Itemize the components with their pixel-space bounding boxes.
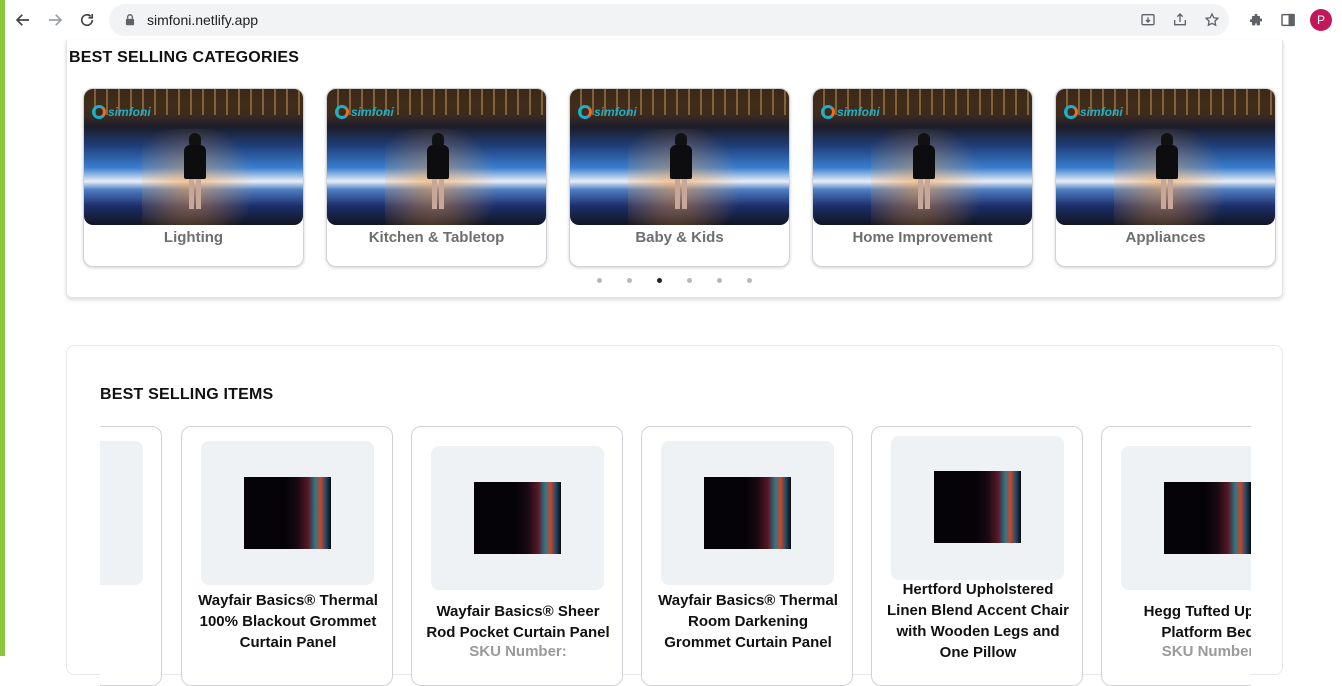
product-name-line: Platform Bed — [1161, 624, 1251, 641]
product-image — [704, 477, 791, 549]
logo-mark-icon — [821, 105, 835, 119]
category-label: Baby & Kids — [635, 229, 724, 246]
category-card[interactable]: simfoni Lighting — [83, 88, 304, 267]
category-image: simfoni — [570, 89, 789, 225]
logo-mark-icon — [92, 105, 106, 119]
category-label: Home Improvement — [852, 229, 993, 246]
carousel-dot[interactable] — [747, 278, 752, 283]
product-name-line: Hertford Upholstered — [902, 581, 1054, 598]
product-name-line: Rod Pocket Curtain Panel — [426, 624, 610, 641]
product-name-line: Linen Blend Accent Chair — [887, 602, 1069, 619]
logo-wordmark: simfoni — [108, 105, 151, 119]
best-selling-items-card: BEST SELLING ITEMS Hingedp Strap Wayfair … — [66, 345, 1283, 686]
simfoni-logo: simfoni — [1064, 105, 1123, 119]
category-image: simfoni — [1056, 89, 1275, 225]
category-card[interactable]: simfoni Appliances — [1055, 88, 1276, 267]
product-name-line: p Strap — [100, 611, 163, 632]
side-panel-icon[interactable] — [1278, 10, 1298, 30]
category-label: Kitchen & Tabletop — [368, 229, 505, 246]
carousel-dot[interactable] — [597, 278, 602, 283]
simfoni-logo: simfoni — [335, 105, 394, 119]
categories-section-title: BEST SELLING CATEGORIES — [69, 49, 300, 66]
category-carousel: simfoni Lighting simfoni Kitchen & Tabletop… — [83, 88, 1276, 267]
product-card[interactable]: Wayfair Basics® Thermal Room Darkening Gro… — [641, 426, 853, 686]
person-figure — [670, 133, 692, 213]
category-image: simfoni — [327, 89, 546, 225]
logo-wordmark: simfoni — [837, 105, 880, 119]
category-image: simfoni — [813, 89, 1032, 225]
bookmark-star-icon[interactable] — [1201, 9, 1223, 31]
url-text: simfoni.netlify.app — [147, 12, 259, 28]
product-card[interactable]: Hertford Upholstered Linen Blend Accent C… — [871, 426, 1083, 686]
profile-avatar[interactable]: P — [1310, 9, 1332, 31]
best-selling-categories-card: BEST SELLING CATEGORIES simfoni Lighting s… — [66, 40, 1283, 298]
product-name-line: Wayfair Basics® Sheer — [436, 603, 600, 620]
logo-mark-icon — [335, 105, 349, 119]
product-name-line: Hinged — [100, 590, 163, 611]
category-image: simfoni — [84, 89, 303, 225]
person-figure — [1156, 133, 1178, 213]
simfoni-logo: simfoni — [92, 105, 151, 119]
browser-toolbar: simfoni.netlify.app P — [5, 0, 1342, 40]
product-image — [244, 477, 331, 549]
carousel-dot[interactable] — [657, 278, 662, 283]
product-card[interactable]: Hingedp Strap — [100, 426, 162, 686]
extensions-icon[interactable] — [1246, 10, 1266, 30]
product-image — [474, 482, 561, 554]
product-name-line: Hegg Tufted Upho — [1143, 603, 1251, 620]
back-icon[interactable] — [7, 4, 39, 36]
simfoni-logo: simfoni — [821, 105, 880, 119]
product-name-line: Grommet Curtain Panel — [664, 634, 832, 651]
category-card[interactable]: simfoni Home Improvement — [812, 88, 1033, 267]
product-name-line: Wayfair Basics® Thermal — [198, 592, 378, 609]
items-section-title: BEST SELLING ITEMS — [100, 386, 274, 403]
items-carousel: Hingedp Strap Wayfair Basics® Thermal 100%… — [100, 426, 1251, 686]
category-label: Lighting — [163, 229, 224, 246]
product-image — [934, 471, 1021, 543]
logo-mark-icon — [1064, 105, 1078, 119]
product-name-line: with Wooden Legs and — [896, 623, 1060, 640]
reload-icon[interactable] — [71, 4, 103, 36]
product-image — [1164, 482, 1251, 554]
lock-icon — [123, 13, 137, 27]
product-name-line: 100% Blackout Grommet — [199, 613, 377, 630]
person-figure — [427, 133, 449, 213]
product-card[interactable]: Wayfair Basics® Sheer Rod Pocket Curtain … — [411, 426, 623, 686]
product-sku-label: SKU Number — [1161, 643, 1251, 660]
category-card[interactable]: simfoni Kitchen & Tabletop — [326, 88, 547, 267]
category-card[interactable]: simfoni Baby & Kids — [569, 88, 790, 267]
product-name-line: One Pillow — [939, 644, 1017, 661]
product-sku-label: SKU Number: — [469, 643, 567, 660]
person-figure — [184, 133, 206, 213]
product-name-line: Room Darkening — [687, 613, 808, 630]
forward-icon[interactable] — [39, 4, 71, 36]
carousel-dot[interactable] — [687, 278, 692, 283]
product-name-line: Curtain Panel — [239, 634, 337, 651]
product-card[interactable]: Hegg Tufted Upho Platform Bed SKU Number — [1101, 426, 1251, 686]
product-image-frame — [100, 441, 143, 585]
product-card[interactable]: Wayfair Basics® Thermal 100% Blackout Gro… — [181, 426, 393, 686]
logo-wordmark: simfoni — [351, 105, 394, 119]
carousel-dots — [597, 278, 752, 283]
logo-wordmark: simfoni — [1080, 105, 1123, 119]
logo-wordmark: simfoni — [594, 105, 637, 119]
carousel-dot[interactable] — [627, 278, 632, 283]
carousel-dot[interactable] — [717, 278, 722, 283]
person-figure — [913, 133, 935, 213]
logo-mark-icon — [578, 105, 592, 119]
product-name-line: Wayfair Basics® Thermal — [658, 592, 838, 609]
address-bar[interactable]: simfoni.netlify.app — [109, 4, 1229, 36]
share-icon[interactable] — [1169, 9, 1191, 31]
left-accent-bar — [0, 0, 5, 656]
category-label: Appliances — [1125, 229, 1206, 246]
simfoni-logo: simfoni — [578, 105, 637, 119]
install-app-icon[interactable] — [1137, 9, 1159, 31]
